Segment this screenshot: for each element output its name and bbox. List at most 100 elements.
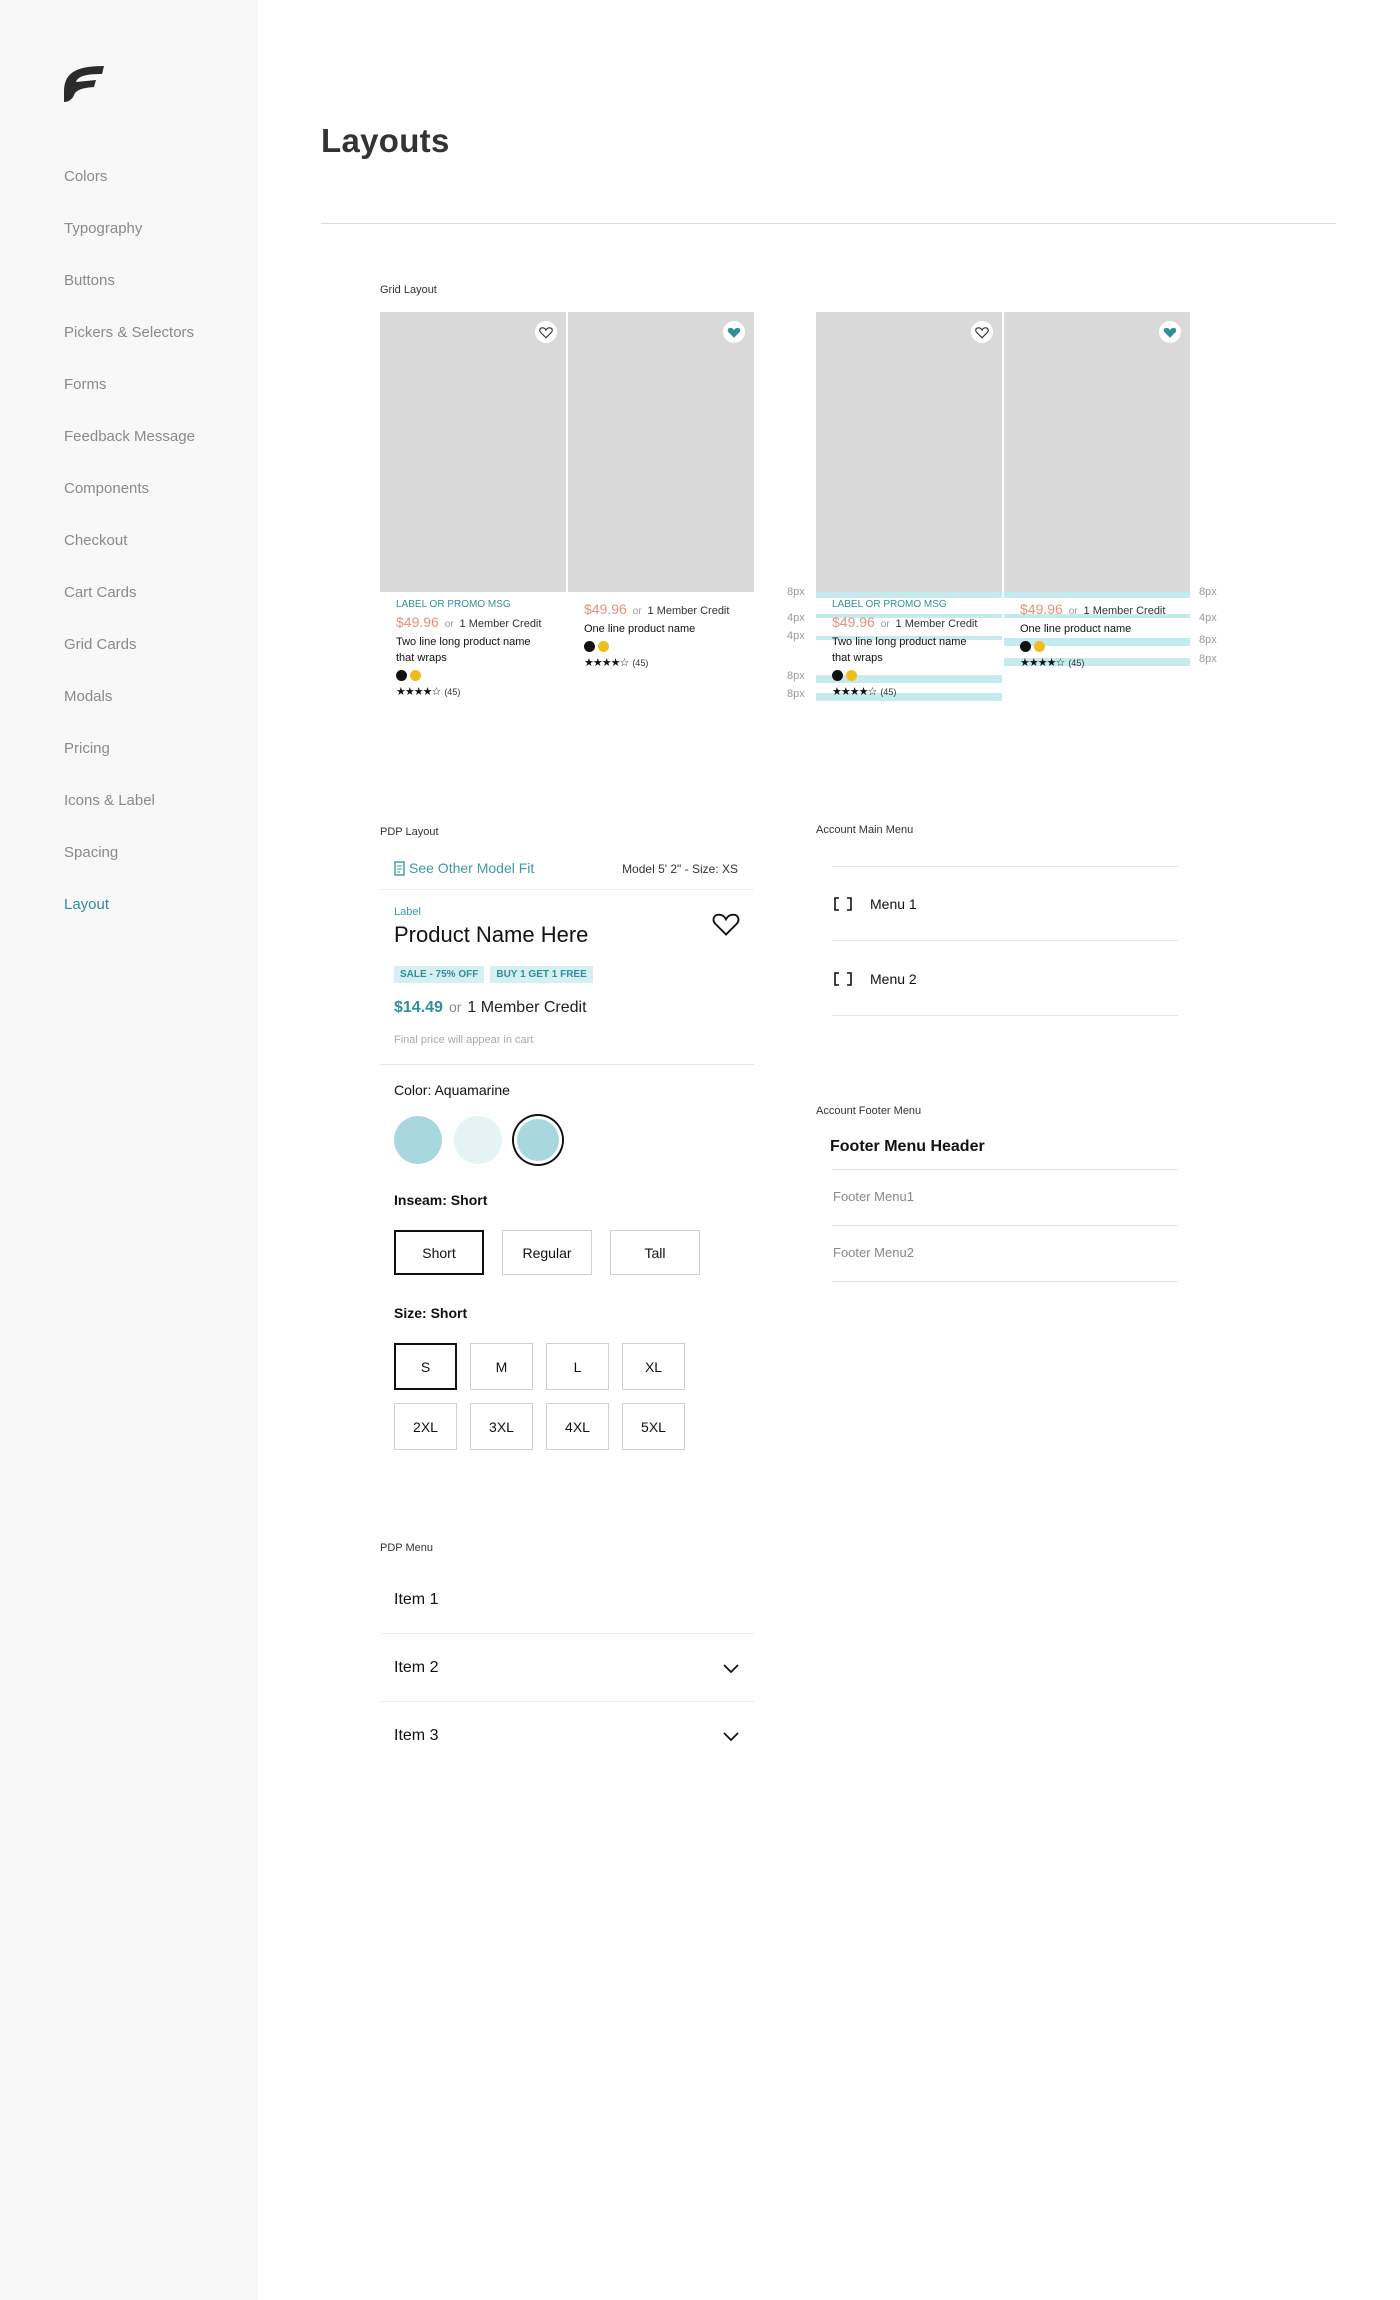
product-image[interactable]: [568, 312, 754, 592]
wishlist-button[interactable]: [723, 321, 745, 343]
inseam-regular-button[interactable]: Regular: [502, 1230, 592, 1275]
heart-outline-icon[interactable]: [712, 910, 740, 938]
price-line: $49.96 or 1 Member Credit: [584, 601, 738, 617]
size-5xl-button[interactable]: 5XL: [622, 1403, 685, 1450]
star-rating-icon: ★★★★☆: [1020, 657, 1065, 669]
star-rating-icon: ★★★★☆: [396, 686, 441, 698]
sidebar-item-forms[interactable]: Forms: [64, 376, 107, 393]
wishlist-button[interactable]: [971, 321, 993, 343]
swatch-yellow[interactable]: [410, 670, 421, 681]
pdp-menu-item-3[interactable]: Item 3: [380, 1702, 754, 1770]
footer-menu-item-2[interactable]: Footer Menu2: [833, 1245, 914, 1260]
grid-card[interactable]: LABEL OR PROMO MSG $49.96 or 1 Member Cr…: [380, 312, 566, 698]
swatch-black[interactable]: [832, 670, 843, 681]
page-title: Layouts: [321, 122, 450, 159]
spacing-annotation: 4px: [787, 630, 805, 642]
member-credit: 1 Member Credit: [1083, 605, 1166, 617]
pdp-price: $14.49 or 1 Member Credit: [394, 999, 587, 1017]
grid-card[interactable]: $49.96 or 1 Member Credit One line produ…: [1004, 312, 1190, 669]
member-credit: 1 Member Credit: [895, 618, 978, 630]
pdp-menu-item-2[interactable]: Item 2: [380, 1634, 754, 1702]
price: $49.96: [1020, 601, 1063, 617]
swatch-black[interactable]: [584, 641, 595, 652]
size-4xl-button[interactable]: 4XL: [546, 1403, 609, 1450]
spacing-annotation: 8px: [1199, 634, 1217, 646]
price: $49.96: [396, 614, 439, 630]
swatch-yellow[interactable]: [1034, 641, 1045, 652]
rating-count: (45): [1068, 657, 1085, 668]
grid-layout-label: Grid Layout: [380, 284, 437, 296]
size-l-button[interactable]: L: [546, 1343, 609, 1390]
product-name[interactable]: Two line long product name that wraps: [832, 634, 986, 666]
price-or: or: [444, 619, 454, 630]
final-price-note: Final price will appear in cart: [394, 1034, 534, 1046]
sidebar-item-cart-cards[interactable]: Cart Cards: [64, 584, 137, 601]
price: $49.96: [584, 601, 627, 617]
rating: ★★★★☆ (45): [832, 685, 986, 698]
grid-card[interactable]: $49.96 or 1 Member Credit One line produ…: [568, 312, 754, 669]
rating-count: (45): [880, 686, 897, 697]
wishlist-button[interactable]: [535, 321, 557, 343]
product-label: Label: [394, 906, 421, 918]
price-line: $49.96 or 1 Member Credit: [832, 614, 986, 630]
spacing-annotation: 8px: [787, 586, 805, 598]
product-image[interactable]: [816, 312, 1002, 592]
size-3xl-button[interactable]: 3XL: [470, 1403, 533, 1450]
sidebar-item-icons-label[interactable]: Icons & Label: [64, 792, 155, 809]
price-or: or: [448, 999, 462, 1015]
title-divider: [321, 223, 1336, 224]
member-credit: 1 Member Credit: [459, 618, 542, 630]
color-swatch-light[interactable]: [454, 1116, 502, 1164]
product-name[interactable]: One line product name: [1020, 621, 1174, 637]
size-2xl-button[interactable]: 2XL: [394, 1403, 457, 1450]
size-s-button[interactable]: S: [394, 1343, 457, 1390]
spacing-annotation: 4px: [787, 612, 805, 624]
price: $49.96: [832, 614, 875, 630]
swatch-yellow[interactable]: [598, 641, 609, 652]
sidebar-item-grid-cards[interactable]: Grid Cards: [64, 636, 137, 653]
sidebar-item-pricing[interactable]: Pricing: [64, 740, 110, 757]
footer-divider: [832, 1225, 1178, 1226]
product-image[interactable]: [1004, 312, 1190, 592]
price-or: or: [880, 619, 890, 630]
product-image[interactable]: [380, 312, 566, 592]
sidebar-item-typography[interactable]: Typography: [64, 220, 142, 237]
pdp-menu-item-1[interactable]: Item 1: [380, 1566, 754, 1634]
inseam-short-button[interactable]: Short: [394, 1230, 484, 1275]
sidebar-item-pickers-selectors[interactable]: Pickers & Selectors: [64, 324, 194, 341]
sidebar-item-modals[interactable]: Modals: [64, 688, 112, 705]
price-or: or: [632, 606, 642, 617]
sidebar-item-layout[interactable]: Layout: [64, 896, 109, 913]
size-xl-button[interactable]: XL: [622, 1343, 685, 1390]
sidebar-item-buttons[interactable]: Buttons: [64, 272, 115, 289]
inseam-tall-button[interactable]: Tall: [610, 1230, 700, 1275]
color-swatch-selected[interactable]: [514, 1116, 562, 1164]
brand-logo[interactable]: [62, 62, 106, 104]
footer-menu-item-1[interactable]: Footer Menu1: [833, 1189, 914, 1204]
sidebar-item-spacing[interactable]: Spacing: [64, 844, 118, 861]
footer-divider: [832, 1281, 1178, 1282]
swatch-black[interactable]: [396, 670, 407, 681]
color-swatch-aquamarine[interactable]: [394, 1116, 442, 1164]
price-line: $49.96 or 1 Member Credit: [1020, 601, 1174, 617]
see-fit-label: See Other Model Fit: [409, 860, 535, 876]
sidebar-item-checkout[interactable]: Checkout: [64, 532, 127, 549]
size-m-button[interactable]: M: [470, 1343, 533, 1390]
account-menu-item-2[interactable]: Menu 2: [832, 942, 1178, 1016]
expand-icon: [834, 896, 852, 911]
account-menu-item-1[interactable]: Menu 1: [832, 867, 1178, 941]
grid-card[interactable]: LABEL OR PROMO MSG $49.96 or 1 Member Cr…: [816, 312, 1002, 698]
account-main-menu-label: Account Main Menu: [816, 824, 914, 836]
see-other-model-fit-link[interactable]: See Other Model Fit: [394, 860, 534, 876]
badges: SALE - 75% OFF BUY 1 GET 1 FREE: [394, 966, 593, 983]
sidebar-item-colors[interactable]: Colors: [64, 168, 107, 185]
sidebar: Colors Typography Buttons Pickers & Sele…: [0, 0, 258, 2300]
swatch-black[interactable]: [1020, 641, 1031, 652]
sidebar-item-feedback-message[interactable]: Feedback Message: [64, 428, 195, 445]
product-name[interactable]: Two line long product name that wraps: [396, 634, 550, 666]
product-name[interactable]: One line product name: [584, 621, 738, 637]
star-rating-icon: ★★★★☆: [832, 686, 877, 698]
swatch-yellow[interactable]: [846, 670, 857, 681]
sidebar-item-components[interactable]: Components: [64, 480, 149, 497]
wishlist-button[interactable]: [1159, 321, 1181, 343]
